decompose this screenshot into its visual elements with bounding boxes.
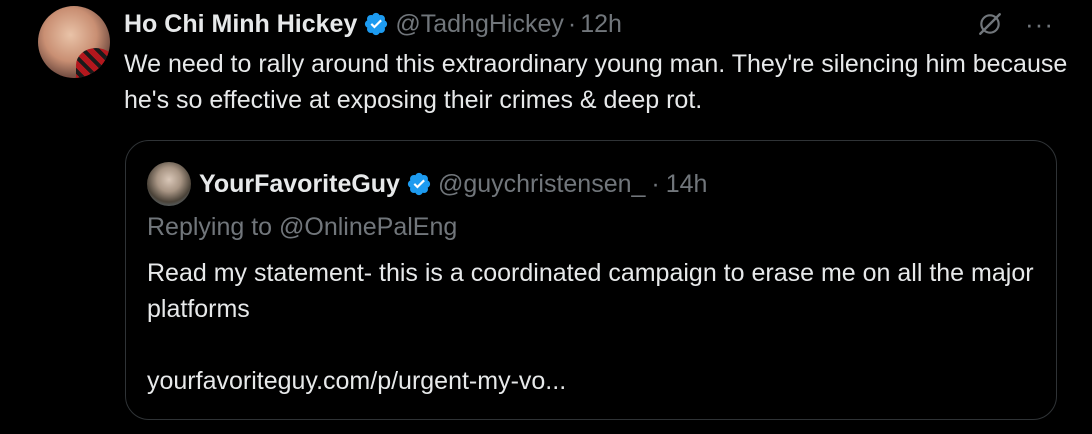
verified-badge-icon xyxy=(407,172,431,196)
grok-icon[interactable] xyxy=(977,11,1003,37)
tweet-timestamp[interactable]: 12h xyxy=(580,10,622,39)
quoted-tweet-timestamp[interactable]: 14h xyxy=(666,170,708,199)
author-avatar[interactable] xyxy=(38,6,110,78)
tweet-header: Ho Chi Minh Hickey @TadhgHickey · 12h xyxy=(124,6,622,42)
quoted-tweet-header: YourFavoriteGuy @guychristensen_ · 14h xyxy=(199,166,707,202)
author-name[interactable]: Ho Chi Minh Hickey xyxy=(124,10,357,39)
quoted-tweet-link[interactable]: yourfavoriteguy.com/p/urgent-my-vo... xyxy=(147,367,566,396)
quoted-author-name[interactable]: YourFavoriteGuy xyxy=(199,170,400,199)
quoted-author-handle[interactable]: @guychristensen_ xyxy=(438,170,645,199)
author-handle[interactable]: @TadhgHickey xyxy=(395,10,564,39)
separator-dot: · xyxy=(651,169,660,198)
tweet-text: We need to rally around this extraordina… xyxy=(124,50,1068,114)
quoted-tweet-text: Read my statement- this is a coordinated… xyxy=(147,259,1034,323)
avatar-shirt xyxy=(76,48,110,78)
more-options-icon[interactable]: ··· xyxy=(1025,11,1054,37)
quoted-tweet[interactable]: YourFavoriteGuy @guychristensen_ · 14h R… xyxy=(125,140,1057,420)
quoted-author-avatar[interactable] xyxy=(147,162,191,206)
verified-badge-icon xyxy=(365,12,388,36)
separator-dot: · xyxy=(567,9,577,38)
replying-to-label: Replying to @OnlinePalEng xyxy=(147,213,458,241)
tweet-actions-top: ··· xyxy=(977,6,1054,42)
